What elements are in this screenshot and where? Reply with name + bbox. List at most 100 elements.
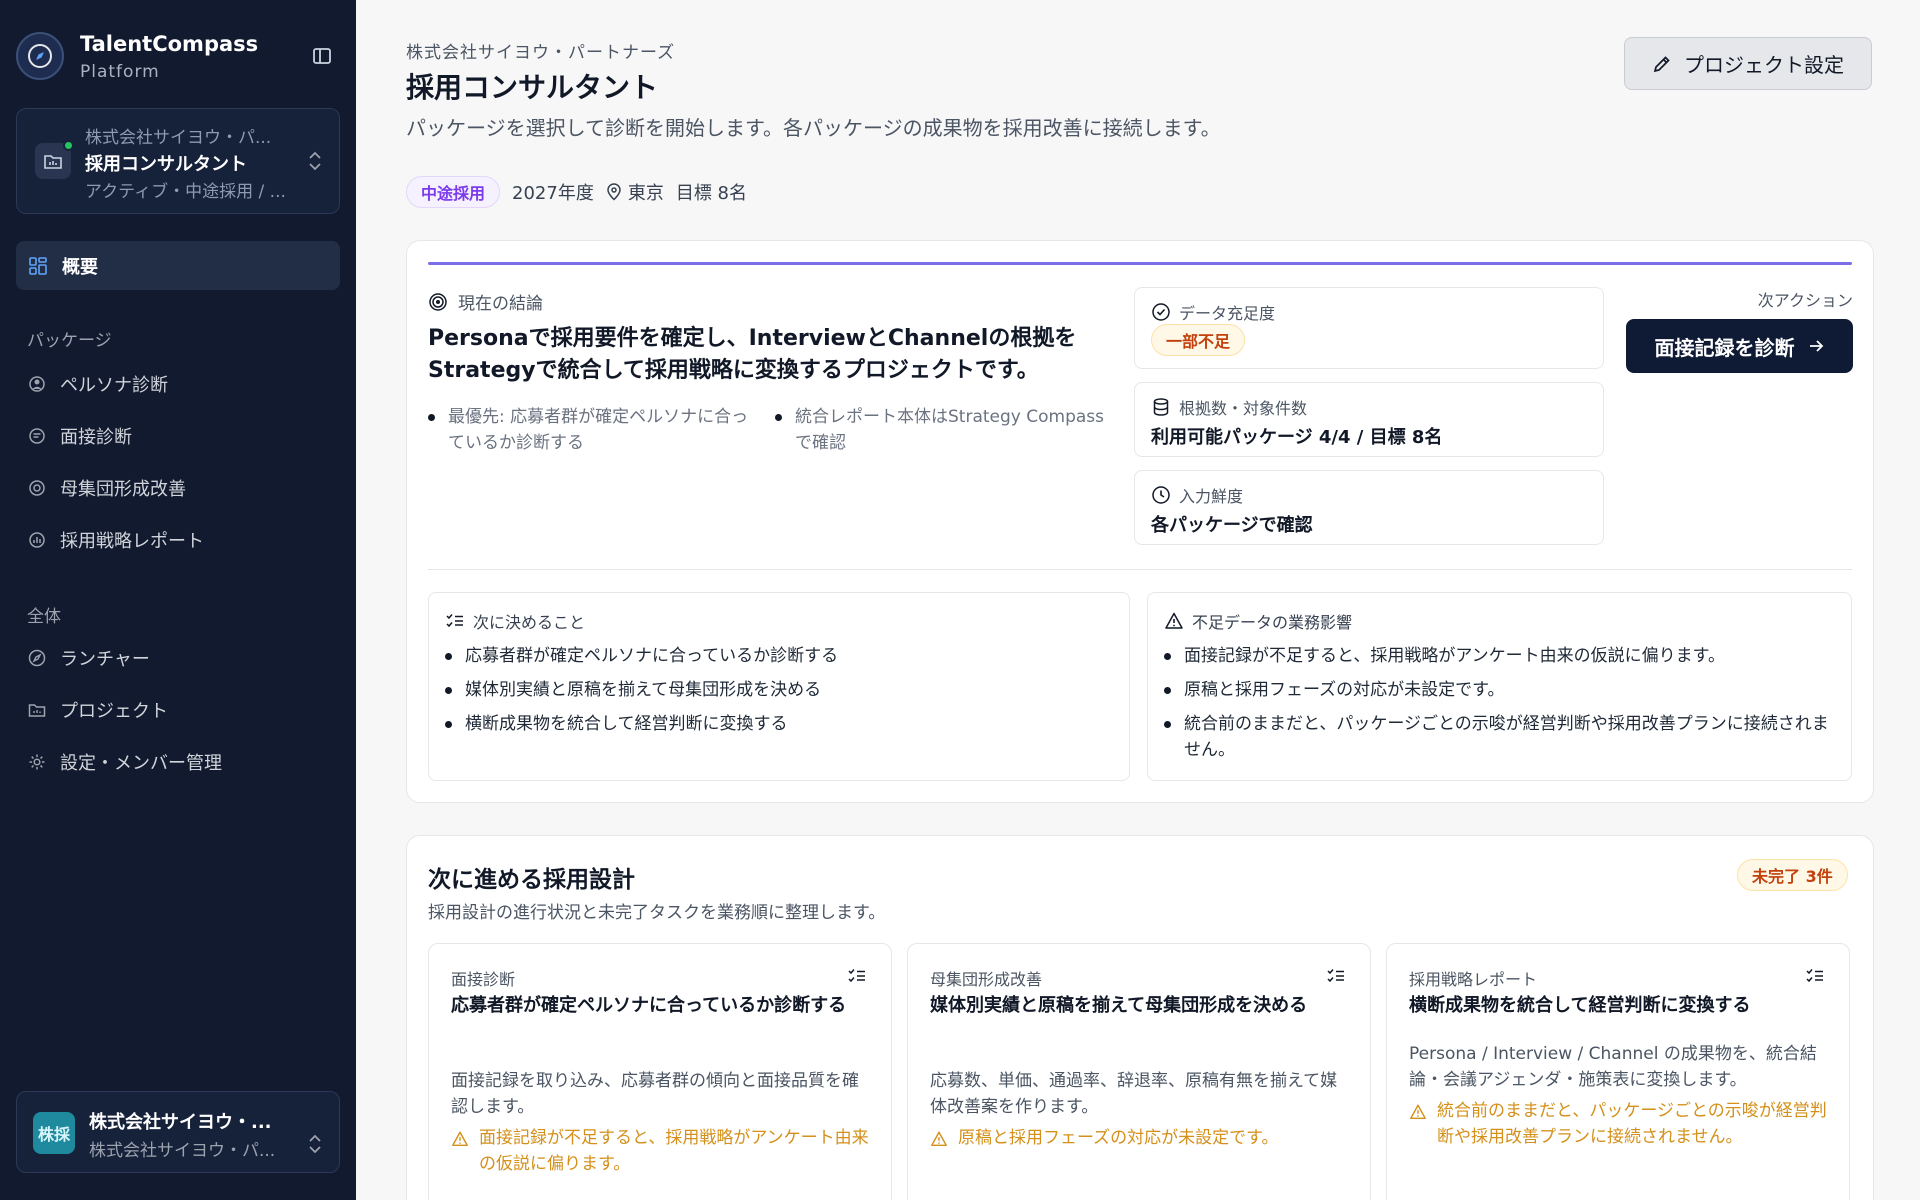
project-status: アクティブ・中途採用 / ... (85, 182, 286, 202)
list-item: 応募者群が確定ペルソナに合っているか診断する (445, 643, 1105, 669)
project-settings-button[interactable]: プロジェクト設定 (1624, 37, 1872, 90)
project-name: 採用コンサルタント (85, 154, 247, 175)
folder-icon (28, 704, 46, 717)
task-warning: 面接記録が不足すると、採用戦略がアンケート由来の仮説に偏ります。 (451, 1125, 871, 1177)
nav-label-projects: プロジェクト (60, 701, 168, 722)
channel-icon (29, 480, 45, 496)
decide-next-panel: 次に決めること 応募者群が確定ペルソナに合っているか診断する 媒体別実績と原稿を… (428, 592, 1130, 781)
task-category: 採用戦略レポート (1409, 970, 1538, 989)
active-status-dot (63, 140, 74, 151)
compass-icon (28, 649, 46, 667)
nav-label-channel: 母集団形成改善 (60, 479, 186, 500)
nav-item-launcher[interactable]: ランチャー (28, 643, 150, 673)
nav-item-interview[interactable]: 面接診断 (28, 421, 132, 451)
page-description: パッケージを選択して診断を開始します。各パッケージの成果物を採用改善に接続します… (406, 116, 1221, 140)
list-item: 媒体別実績と原稿を揃えて母集団形成を決める (445, 677, 1105, 703)
arrow-right-icon (1809, 340, 1823, 352)
nav-item-persona[interactable]: ペルソナ診断 (28, 369, 168, 399)
conclusion-text: Personaで採用要件を確定し、InterviewとChannelの根拠をSt… (428, 326, 1077, 383)
task-category: 母集団形成改善 (930, 970, 1043, 989)
section-subtitle: 採用設計の進行状況と未完了タスクを業務順に整理します。 (428, 903, 886, 923)
conclusion-label: 現在の結論 (428, 289, 543, 314)
org-switcher[interactable]: 株採 株式会社サイヨウ・... 株式会社サイヨウ・パ... (16, 1091, 340, 1173)
next-action-label: 次アクション (1757, 291, 1853, 310)
task-warning-text: 統合前のままだと、パッケージごとの示唆が経営判断や採用改善プランに接続されません… (1437, 1101, 1827, 1147)
decide-next-title-text: 次に決めること (473, 613, 586, 632)
project-switcher[interactable]: 株式会社サイヨウ・パ... 採用コンサルタント アクティブ・中途採用 / ... (16, 108, 340, 214)
nav-label-interview: 面接診断 (60, 427, 132, 448)
checklist-icon (446, 614, 463, 628)
brand-name: TalentCompass (80, 32, 259, 56)
metric-data-sufficiency: データ充足度 一部不足 (1134, 287, 1604, 369)
list-item: 横断成果物を統合して経営判断に変換する (445, 711, 1105, 737)
list-item: 統合前のままだと、パッケージごとの示唆が経営判断や採用改善プランに接続されません… (1164, 711, 1834, 763)
nav-item-channel[interactable]: 母集団形成改善 (28, 473, 186, 503)
diagnose-interview-button[interactable]: 面接記録を診断 (1626, 319, 1853, 373)
persona-icon (29, 376, 45, 392)
task-card-interview[interactable]: 面接診断 応募者群が確定ペルソナに合っているか診断する 面接記録を取り込み、応募… (428, 943, 892, 1200)
hiring-target: 目標 8名 (675, 183, 748, 204)
nav-item-settings[interactable]: 設定・メンバー管理 (28, 747, 222, 777)
org-avatar: 株採 (33, 1112, 75, 1154)
task-warning-text: 原稿と採用フェーズの対応が未設定です。 (958, 1128, 1279, 1148)
task-card-strategy[interactable]: 採用戦略レポート 横断成果物を統合して経営判断に変換する Persona / I… (1386, 943, 1850, 1200)
task-category: 面接診断 (451, 970, 516, 989)
project-settings-label: プロジェクト設定 (1684, 53, 1844, 77)
check-circle-icon (1152, 303, 1170, 321)
sidebar: TalentCompass Platform 株式会社サイヨウ・パ... 採用コ… (0, 0, 356, 1200)
conclusion-label-text: 現在の結論 (458, 294, 543, 314)
org-subname: 株式会社サイヨウ・パ... (89, 1141, 276, 1161)
impact-title-text: 不足データの業務影響 (1192, 613, 1353, 632)
sidebar-toggle-icon[interactable] (310, 44, 334, 68)
conclusion-bullet: 統合レポート本体はStrategy Compassで確認 (775, 404, 1115, 456)
warning-triangle-icon (1410, 1104, 1426, 1120)
warning-triangle-icon (452, 1131, 468, 1147)
interview-icon (29, 428, 45, 444)
section-label-packages: パッケージ (27, 331, 112, 351)
strategy-icon (29, 532, 45, 548)
nav-item-strategy[interactable]: 採用戦略レポート (28, 525, 204, 555)
metric-freshness: 入力鮮度 各パッケージで確認 (1134, 470, 1604, 545)
compass-logo-icon (16, 32, 64, 80)
task-description: 応募数、単価、通過率、辞退率、原稿有無を揃えて媒体改善案を作ります。 (930, 1071, 1338, 1117)
nav-item-projects[interactable]: プロジェクト (28, 695, 168, 725)
nav-item-overview-row: 概要 (28, 251, 98, 281)
section-title: 次に進める採用設計 (428, 867, 635, 893)
nav-item-overview[interactable]: 概要 (16, 241, 340, 290)
dashboard-icon (29, 257, 47, 275)
metric-evidence: 根拠数・対象件数 利用可能パッケージ 4/4 / 目標 8名 (1134, 382, 1604, 457)
missing-data-impact-panel: 不足データの業務影響 面接記録が不足すると、採用戦略がアンケート由来の仮説に偏り… (1147, 592, 1852, 781)
task-title: 横断成果物を統合して経営判断に変換する (1409, 995, 1751, 1016)
nav-label-launcher: ランチャー (60, 649, 150, 670)
metric-label-text: データ充足度 (1179, 304, 1276, 323)
hiring-type-badge: 中途採用 (406, 176, 501, 208)
warning-triangle-icon (931, 1131, 947, 1147)
main-content: 株式会社サイヨウ・パートナーズ 採用コンサルタント パッケージを選択して診断を開… (356, 0, 1920, 1200)
task-warning: 原稿と採用フェーズの対応が未設定です。 (930, 1125, 1350, 1151)
incomplete-count-badge: 未完了 3件 (1737, 859, 1848, 891)
impact-title: 不足データの業務影響 (1164, 609, 1352, 633)
conclusion-card: 現在の結論 Personaで採用要件を確定し、InterviewとChannel… (406, 240, 1874, 803)
data-status-badge: 一部不足 (1151, 324, 1246, 356)
task-warning-text: 面接記録が不足すると、採用戦略がアンケート由来の仮説に偏ります。 (479, 1128, 869, 1174)
list-item: 面接記録が不足すると、採用戦略がアンケート由来の仮説に偏ります。 (1164, 643, 1834, 669)
diagnose-interview-label: 面接記録を診断 (1654, 335, 1795, 360)
section-label-all: 全体 (27, 607, 61, 627)
target-icon (429, 292, 447, 311)
gear-icon (29, 754, 45, 770)
task-description: 面接記録を取り込み、応募者群の傾向と面接品質を確認します。 (451, 1071, 859, 1117)
brand-subtitle: Platform (80, 62, 160, 82)
location: 東京 (627, 183, 664, 204)
warning-triangle-icon (1165, 612, 1183, 629)
metric-label: データ充足度 (1151, 300, 1275, 324)
brand: TalentCompass Platform (16, 30, 340, 82)
decide-next-title: 次に決めること (445, 609, 585, 633)
task-title: 媒体別実績と原稿を揃えて母集団形成を決める (930, 995, 1308, 1016)
task-card-channel[interactable]: 母集団形成改善 媒体別実績と原稿を揃えて母集団形成を決める 応募数、単価、通過率… (907, 943, 1371, 1200)
nav-label-persona: ペルソナ診断 (60, 375, 168, 396)
accent-line (428, 262, 1852, 265)
metric-value: 利用可能パッケージ 4/4 / 目標 8名 (1151, 427, 1443, 448)
nav-label-strategy: 採用戦略レポート (60, 531, 204, 552)
org-name: 株式会社サイヨウ・... (89, 1112, 272, 1133)
nav-label-overview: 概要 (62, 257, 98, 278)
